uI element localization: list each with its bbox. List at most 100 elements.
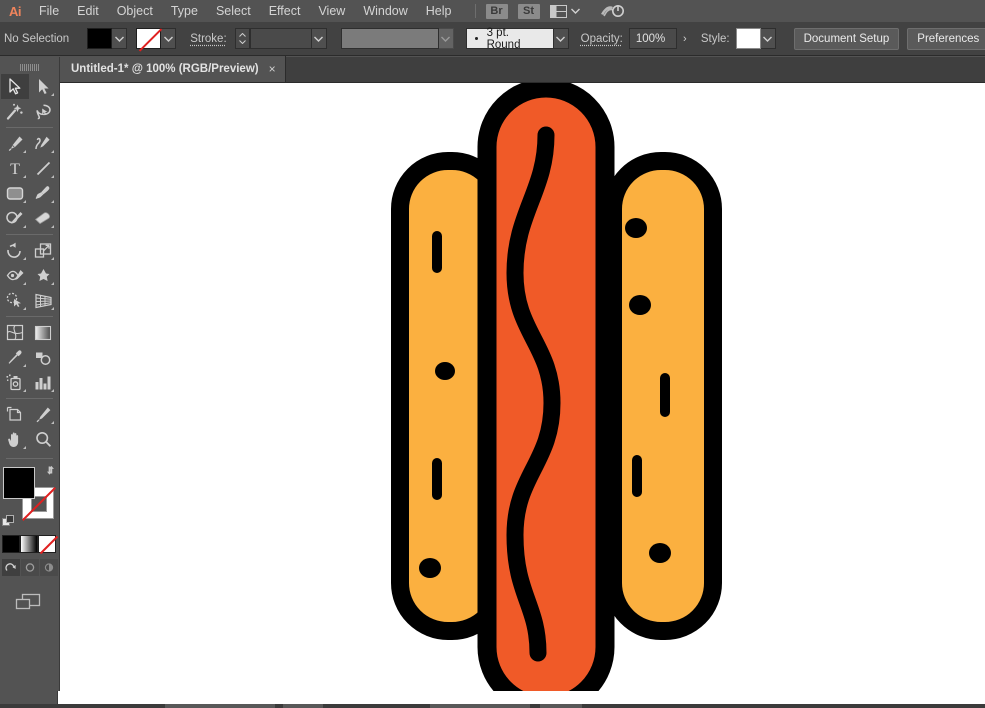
- bun-seed-dash: [432, 458, 442, 500]
- default-fill-stroke-icon[interactable]: [2, 515, 16, 529]
- opacity-flyout-icon[interactable]: ›: [677, 28, 693, 49]
- change-screen-mode-button[interactable]: [0, 590, 56, 612]
- tool-flyout-corner: [23, 257, 26, 260]
- menu-item-window[interactable]: Window: [354, 0, 416, 22]
- rotate-tool[interactable]: [1, 238, 29, 263]
- menu-item-edit[interactable]: Edit: [68, 0, 108, 22]
- tool-flyout-corner: [23, 150, 26, 153]
- rectangle-tool[interactable]: [1, 181, 29, 206]
- graphic-style-caret[interactable]: [761, 28, 776, 49]
- bridge-button[interactable]: Br: [486, 4, 508, 19]
- draw-normal-button[interactable]: [2, 559, 20, 576]
- artboard-tool[interactable]: [1, 402, 29, 427]
- brush-definition-caret[interactable]: [554, 28, 569, 49]
- tool-flyout-corner: [23, 225, 26, 228]
- variable-width-profile-control[interactable]: [341, 28, 454, 49]
- fill-color-control[interactable]: [87, 28, 127, 49]
- stock-button[interactable]: St: [518, 4, 540, 19]
- magic-wand-tool[interactable]: [1, 99, 29, 124]
- stroke-weight-caret[interactable]: [312, 28, 327, 49]
- fill-color-swatch[interactable]: [3, 467, 35, 499]
- tool-flyout-corner: [51, 200, 54, 203]
- stroke-dropdown-caret[interactable]: [161, 28, 176, 49]
- tool-flyout-corner: [23, 389, 26, 392]
- search-power-icon[interactable]: [600, 3, 624, 19]
- workspace-switcher[interactable]: [550, 5, 580, 18]
- document-tab[interactable]: Untitled-1* @ 100% (RGB/Preview) ×: [60, 56, 286, 82]
- bun-seed-dot: [629, 295, 651, 315]
- gradient-mode-button[interactable]: [20, 535, 38, 553]
- free-transform-tool[interactable]: [29, 263, 57, 288]
- document-tab-title: Untitled-1* @ 100% (RGB/Preview): [71, 63, 259, 75]
- draw-behind-button[interactable]: [21, 559, 39, 576]
- stroke-weight-stepper[interactable]: [235, 28, 250, 49]
- paintbrush-tool[interactable]: [29, 181, 57, 206]
- menu-item-effect[interactable]: Effect: [260, 0, 310, 22]
- perspective-grid-tool[interactable]: [29, 288, 57, 313]
- menu-item-help[interactable]: Help: [417, 0, 461, 22]
- menu-item-type[interactable]: Type: [162, 0, 207, 22]
- blend-tool[interactable]: [29, 345, 57, 370]
- graphic-style-swatch[interactable]: [736, 28, 761, 49]
- fill-dropdown-caret[interactable]: [112, 28, 127, 49]
- tool-flyout-corner: [51, 257, 54, 260]
- stroke-weight-control[interactable]: [235, 28, 327, 49]
- close-icon[interactable]: ×: [269, 62, 276, 76]
- document-setup-button[interactable]: Document Setup: [794, 28, 900, 50]
- variable-width-profile-caret[interactable]: [439, 28, 454, 49]
- column-graph-tool[interactable]: [29, 370, 57, 395]
- tool-group-selection: [1, 74, 57, 124]
- eraser-tool[interactable]: [29, 206, 57, 231]
- swap-fill-stroke-icon[interactable]: [44, 464, 58, 478]
- taskbar-item[interactable]: [165, 704, 275, 708]
- line-segment-tool[interactable]: [29, 156, 57, 181]
- width-tool[interactable]: [1, 263, 29, 288]
- curvature-tool[interactable]: [29, 131, 57, 156]
- menu-item-select[interactable]: Select: [207, 0, 260, 22]
- menu-item-file[interactable]: File: [30, 0, 68, 22]
- mesh-tool[interactable]: [1, 320, 29, 345]
- lasso-tool[interactable]: [29, 99, 57, 124]
- tools-panel-grip[interactable]: [0, 57, 59, 74]
- taskbar-item[interactable]: [283, 704, 323, 708]
- shape-builder-tool[interactable]: [1, 288, 29, 313]
- tool-flyout-corner: [51, 225, 54, 228]
- ai-logo-icon: Ai: [0, 0, 30, 22]
- fill-swatch[interactable]: [87, 28, 112, 49]
- slice-tool[interactable]: [29, 402, 57, 427]
- type-tool[interactable]: T: [1, 156, 29, 181]
- canvas-area[interactable]: [60, 83, 985, 691]
- zoom-tool[interactable]: [29, 427, 57, 452]
- none-mode-button[interactable]: [38, 535, 56, 553]
- selection-tool[interactable]: [1, 74, 29, 99]
- menu-item-object[interactable]: Object: [108, 0, 162, 22]
- gradient-tool[interactable]: [29, 320, 57, 345]
- draw-inside-button[interactable]: [40, 559, 58, 576]
- taskbar-item[interactable]: [430, 704, 530, 708]
- scale-tool[interactable]: [29, 238, 57, 263]
- graphic-style-control[interactable]: [736, 28, 776, 49]
- symbol-sprayer-tool[interactable]: [1, 370, 29, 395]
- brush-dot-icon: [475, 37, 478, 40]
- bun-seed-dot: [649, 543, 671, 563]
- hot-dog-illustration[interactable]: [60, 83, 985, 691]
- preferences-button[interactable]: Preferences: [907, 28, 985, 50]
- brush-definition-display[interactable]: 3 pt. Round: [466, 28, 554, 49]
- menu-item-view[interactable]: View: [309, 0, 354, 22]
- bun-seed-dash: [660, 373, 670, 417]
- opacity-input[interactable]: 100%: [629, 28, 677, 49]
- taskbar-item[interactable]: [540, 704, 582, 708]
- stroke-weight-input[interactable]: [250, 28, 312, 49]
- direct-selection-tool[interactable]: [29, 74, 57, 99]
- selection-status-label: No Selection: [4, 33, 69, 45]
- eyedropper-tool[interactable]: [1, 345, 29, 370]
- shaper-pencil-tool[interactable]: [1, 206, 29, 231]
- stroke-swatch-none[interactable]: [136, 28, 161, 49]
- opacity-control[interactable]: 100% ›: [629, 28, 693, 49]
- color-mode-button[interactable]: [2, 535, 20, 553]
- variable-width-profile-display[interactable]: [341, 28, 439, 49]
- hand-tool[interactable]: [1, 427, 29, 452]
- stroke-color-control[interactable]: [136, 28, 176, 49]
- brush-definition-control[interactable]: 3 pt. Round: [466, 28, 569, 49]
- pen-tool[interactable]: [1, 131, 29, 156]
